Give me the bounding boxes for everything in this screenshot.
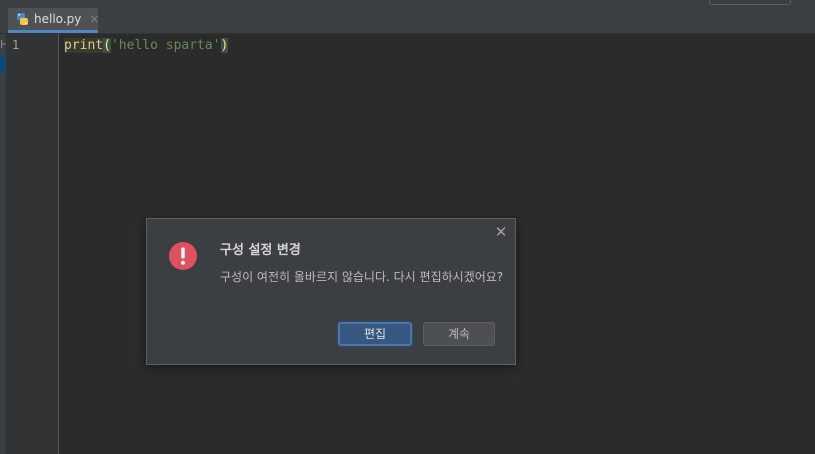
top-toolbar-widget[interactable]	[709, 0, 791, 5]
edit-button[interactable]: 편집	[338, 322, 412, 346]
tab-close-icon[interactable]: ×	[89, 12, 99, 26]
close-icon[interactable]: ✕	[493, 223, 509, 241]
code-string: 'hello sparta'	[110, 38, 221, 53]
editor-tab-bar: hello.py ×	[0, 0, 815, 34]
tab-hello-py[interactable]: hello.py ×	[8, 8, 99, 33]
continue-button[interactable]: 계속	[423, 322, 495, 346]
tab-filename: hello.py	[34, 12, 82, 26]
error-icon	[168, 241, 198, 271]
code-line[interactable]: print('hello sparta')	[64, 36, 229, 56]
code-open-paren: (	[103, 38, 111, 53]
config-error-dialog: ✕ 구성 설정 변경 구성이 여전히 올바르지 않습니다. 다시 편집하시겠어요…	[146, 218, 516, 365]
dialog-title: 구성 설정 변경	[220, 243, 301, 258]
python-file-icon	[16, 12, 29, 26]
code-close-paren: )	[220, 38, 229, 53]
editor-gutter	[6, 34, 59, 454]
line-number: 1	[12, 38, 20, 52]
code-function: print	[64, 38, 104, 53]
dialog-message: 구성이 여전히 올바르지 않습니다. 다시 편집하시겠어요?	[220, 270, 504, 284]
